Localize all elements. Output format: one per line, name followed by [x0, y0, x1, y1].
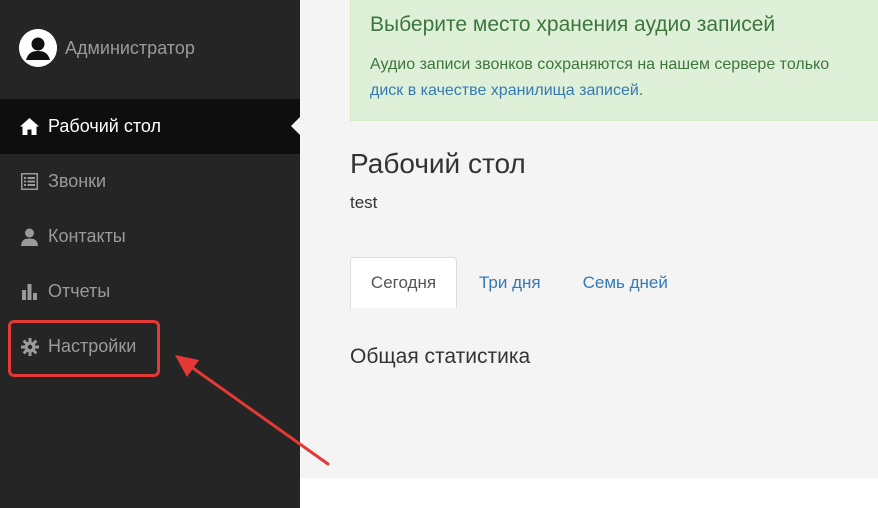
- alert-text: Аудио записи звонков сохраняются на наше…: [370, 52, 878, 104]
- user-icon: [20, 227, 39, 246]
- period-tabs: Сегодня Три дня Семь дней: [350, 257, 688, 308]
- page-title: Рабочий стол: [350, 148, 526, 179]
- alert-text-end: .: [638, 82, 644, 99]
- gear-icon: [20, 337, 39, 356]
- sidebar-item-dashboard[interactable]: Рабочий стол: [0, 99, 300, 154]
- alert-title: Выберите место хранения аудио записей: [370, 13, 776, 36]
- sidebar-item-reports[interactable]: Отчеты: [0, 264, 300, 319]
- sidebar-item-contacts[interactable]: Контакты: [0, 209, 300, 264]
- content-panel: [300, 478, 878, 508]
- sidebar-item-label: Отчеты: [48, 281, 111, 301]
- sidebar-item-label: Контакты: [48, 226, 126, 246]
- list-icon: [20, 172, 39, 191]
- tab-three-days[interactable]: Три дня: [457, 257, 563, 308]
- storage-alert: Выберите место хранения аудио записей Ау…: [350, 0, 878, 121]
- sidebar-item-settings[interactable]: Настройки: [0, 319, 300, 374]
- sidebar-item-label: Рабочий стол: [48, 116, 161, 136]
- avatar-icon: [19, 29, 57, 67]
- tab-today[interactable]: Сегодня: [350, 257, 457, 308]
- sidebar-item-calls[interactable]: Звонки: [0, 154, 300, 209]
- alert-message: Аудио записи звонков сохраняются на наше…: [370, 56, 830, 73]
- home-icon: [20, 117, 39, 136]
- sidebar-item-label: Звонки: [48, 171, 107, 191]
- sidebar-nav: Рабочий стол Звонки Контакты Отчеты Наст…: [0, 99, 300, 374]
- page-subtitle: test: [350, 193, 378, 212]
- sidebar-item-label: Настройки: [48, 336, 137, 356]
- sidebar: Администратор Рабочий стол Звонки Контак…: [0, 0, 300, 508]
- section-title: Общая статистика: [350, 345, 531, 368]
- user-name: Администратор: [65, 37, 195, 58]
- bar-chart-icon: [20, 282, 39, 301]
- tab-seven-days[interactable]: Семь дней: [563, 257, 688, 308]
- user-profile[interactable]: Администратор: [19, 29, 195, 67]
- storage-link[interactable]: диск в качестве хранилища записей: [370, 82, 639, 99]
